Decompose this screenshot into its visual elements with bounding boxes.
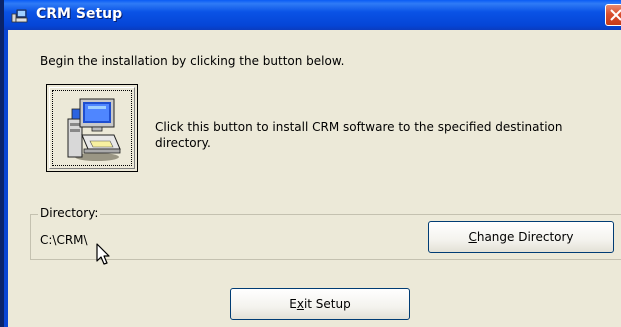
window-frame-left: [4, 0, 8, 327]
close-button[interactable]: [605, 4, 621, 26]
change-directory-label-rest: hange Directory: [476, 230, 574, 244]
exit-label-rest: it Setup: [303, 297, 351, 311]
directory-path: C:\CRM\: [40, 233, 88, 247]
intro-text: Begin the installation by clicking the b…: [40, 54, 345, 68]
change-directory-button[interactable]: Change Directory: [428, 221, 614, 253]
change-directory-mnemonic: C: [468, 230, 477, 244]
exit-setup-button[interactable]: Exit Setup: [230, 288, 410, 320]
directory-label: Directory:: [38, 206, 101, 220]
install-description: Click this button to install CRM softwar…: [155, 120, 563, 150]
close-x-icon: [610, 9, 621, 21]
mouse-pointer-icon: [96, 243, 112, 271]
setup-computer-icon: [11, 8, 29, 23]
setup-window: CRM Setup Begin the installation by clic…: [0, 0, 621, 327]
exit-mnemonic: x: [296, 297, 304, 311]
exit-label-prefix: E: [289, 297, 297, 311]
install-button[interactable]: [46, 84, 138, 172]
window-title: CRM Setup: [36, 6, 123, 22]
title-bar[interactable]: CRM Setup: [4, 0, 621, 30]
computer-install-icon: [64, 95, 122, 167]
